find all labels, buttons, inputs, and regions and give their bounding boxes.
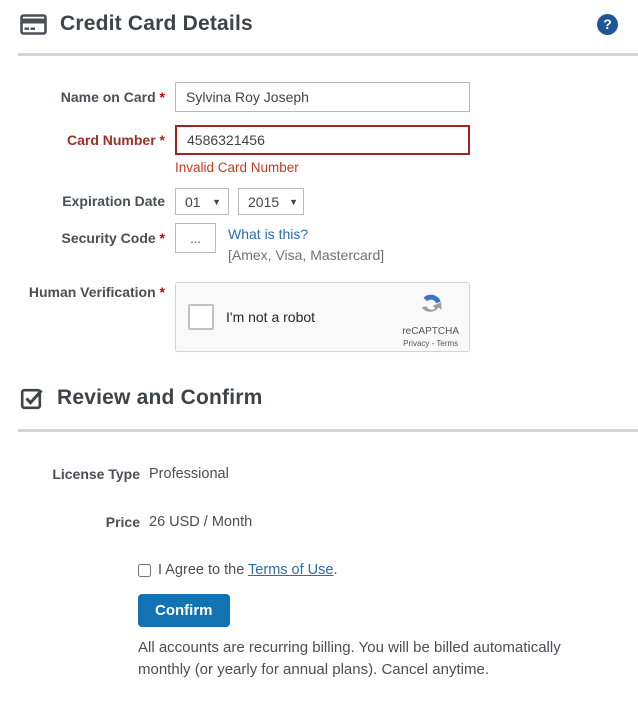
price-row: Price 26 USD / Month: [0, 514, 638, 530]
help-icon[interactable]: ?: [597, 13, 618, 35]
license-type-value: Professional: [149, 466, 229, 483]
review-title: Review and Confirm: [57, 386, 263, 410]
license-type-row: License Type Professional: [0, 466, 638, 482]
price-label: Price: [105, 514, 140, 531]
price-value: 26 USD / Month: [149, 514, 253, 531]
chevron-down-icon: ▼: [289, 196, 299, 207]
recaptcha-logo-icon: [416, 290, 446, 325]
human-verification-row: Human Verification * I'm not a robot reC…: [0, 282, 638, 353]
security-code-row: Security Code * What is this? [Amex, Vis…: [0, 223, 638, 264]
expiration-month-select[interactable]: 01 ▼: [175, 188, 229, 215]
review-details: License Type Professional Price 26 USD /…: [0, 466, 638, 681]
name-on-card-input[interactable]: [175, 82, 470, 112]
chevron-down-icon: ▼: [212, 196, 221, 207]
license-type-label: License Type: [52, 466, 140, 483]
security-code-input[interactable]: [175, 223, 216, 253]
name-on-card-label: Name on Card *: [60, 89, 165, 105]
expiration-date-row: Expiration Date 01 ▼ 2015 ▼: [0, 188, 638, 215]
card-brands-hint: [Amex, Visa, Mastercard]: [228, 246, 385, 263]
confirm-button[interactable]: Confirm: [138, 594, 230, 628]
name-on-card-row: Name on Card *: [0, 82, 638, 112]
required-asterisk: *: [159, 230, 165, 246]
credit-card-icon: [20, 13, 47, 35]
billing-note: All accounts are recurring billing. You …: [138, 639, 561, 679]
review-section-header: Review and Confirm: [0, 374, 638, 410]
terms-agree-checkbox[interactable]: [138, 563, 151, 577]
recaptcha-brand: reCAPTCHA Privacy - Terms: [402, 286, 459, 348]
card-number-label: Card Number *: [66, 132, 165, 148]
page-title: Credit Card Details: [60, 12, 253, 35]
required-asterisk: *: [159, 284, 165, 301]
recaptcha-brand-name: reCAPTCHA: [402, 326, 459, 338]
card-number-error: Invalid Card Number: [175, 160, 299, 175]
human-verification-label: Human Verification *: [28, 284, 165, 301]
recaptcha-label: I'm not a robot: [226, 309, 316, 326]
required-asterisk: *: [159, 132, 165, 148]
recaptcha-privacy-terms[interactable]: Privacy - Terms: [403, 339, 458, 348]
recaptcha-checkbox[interactable]: [188, 304, 214, 331]
recaptcha-widget: I'm not a robot reCAPTCHA Privacy - Term…: [175, 282, 470, 353]
card-number-row: Card Number * Invalid Card Number: [0, 125, 638, 175]
check-square-icon: [20, 386, 44, 410]
expiration-year-select[interactable]: 2015 ▼: [238, 188, 304, 215]
card-number-input[interactable]: [175, 125, 470, 155]
terms-agree-text: I Agree to the Terms of Use.: [158, 562, 338, 579]
what-is-this-link[interactable]: What is this?: [228, 226, 308, 242]
terms-of-use-link[interactable]: Terms of Use: [248, 562, 333, 578]
credit-card-form: Name on Card * Card Number * Invalid Car…: [0, 82, 638, 353]
expiration-date-label: Expiration Date: [62, 193, 165, 209]
section-divider: [18, 53, 638, 56]
section-divider: [18, 429, 638, 433]
payment-page: Credit Card Details ? Name on Card * Car…: [0, 0, 638, 701]
security-code-label: Security Code *: [61, 230, 165, 246]
terms-agree-row: I Agree to the Terms of Use.: [138, 562, 638, 578]
credit-card-section-header: Credit Card Details ?: [0, 0, 638, 36]
required-asterisk: *: [159, 89, 165, 105]
